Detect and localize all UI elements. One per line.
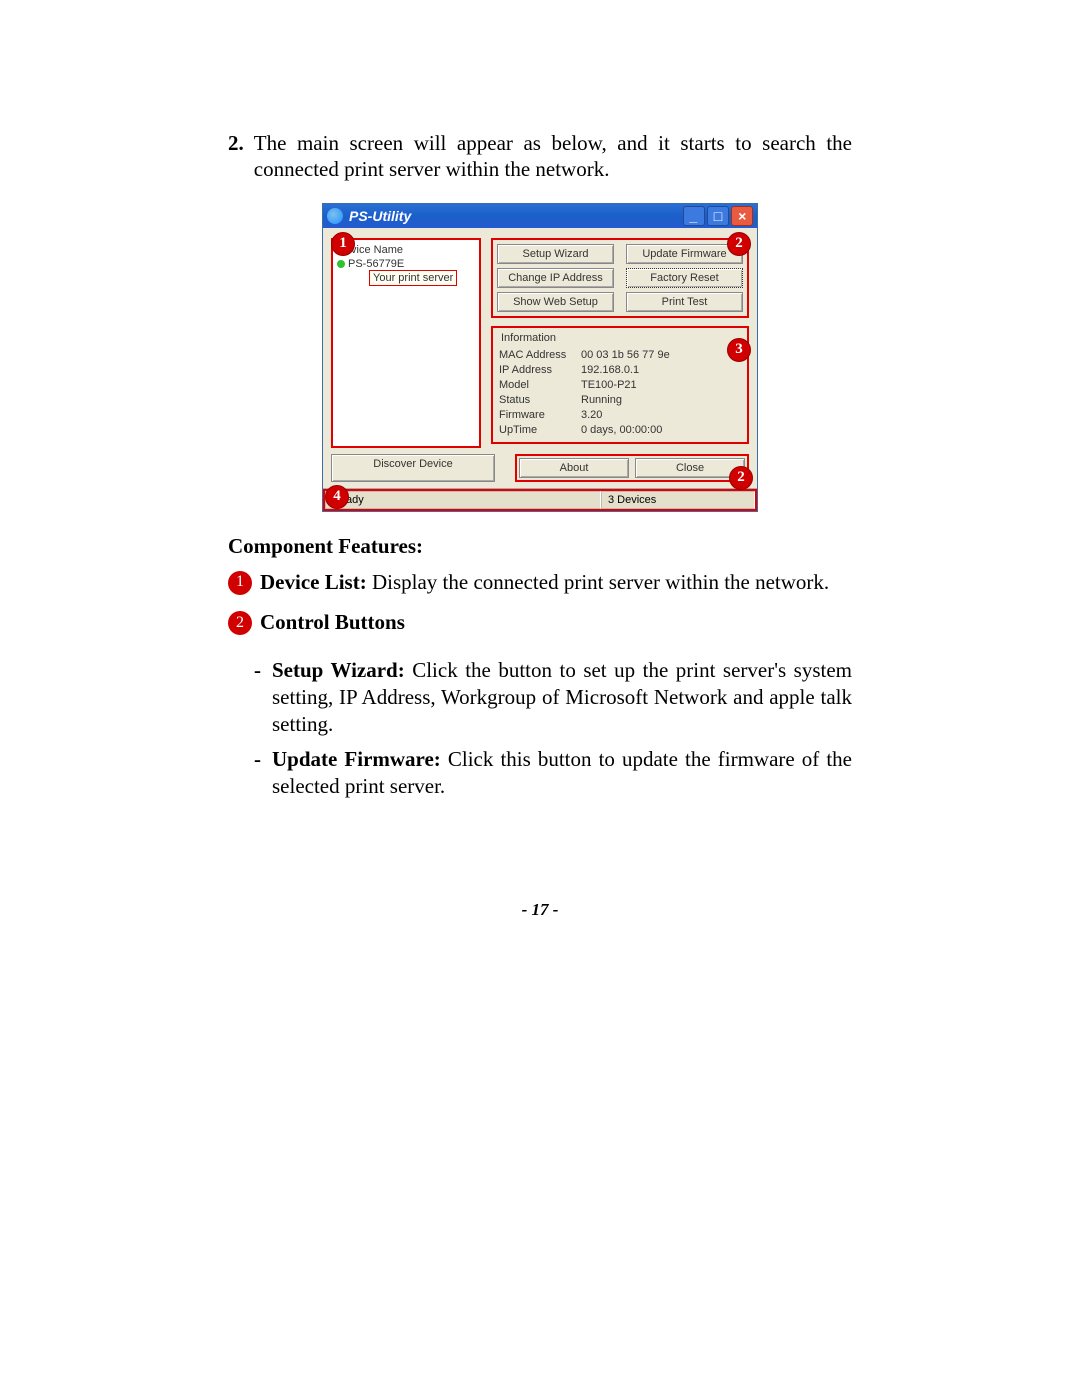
information-panel: Information MAC Address00 03 1b 56 77 9e… bbox=[491, 326, 749, 444]
feature-2-title: Control Buttons bbox=[260, 609, 405, 636]
ip-value: 192.168.0.1 bbox=[581, 364, 639, 376]
change-ip-button[interactable]: Change IP Address bbox=[497, 268, 614, 288]
titlebar: PS-Utility _ □ × bbox=[323, 204, 757, 228]
feature-item-1: 1 Device List: Display the connected pri… bbox=[228, 569, 852, 596]
uptime-value: 0 days, 00:00:00 bbox=[581, 424, 662, 436]
callout-2-bottom: 2 bbox=[729, 466, 753, 490]
show-web-setup-button[interactable]: Show Web Setup bbox=[497, 292, 614, 312]
status-dot-icon bbox=[337, 260, 345, 268]
model-value: TE100-P21 bbox=[581, 379, 637, 391]
titlebar-buttons: _ □ × bbox=[683, 206, 753, 226]
firmware-label: Firmware bbox=[499, 409, 581, 421]
device-tooltip: Your print server bbox=[369, 270, 457, 286]
bullet-2-icon: 2 bbox=[228, 611, 252, 635]
discover-device-button[interactable]: Discover Device bbox=[331, 454, 495, 482]
uptime-label: UpTime bbox=[499, 424, 581, 436]
device-list-header: Device Name bbox=[337, 242, 475, 258]
device-name-text: PS-56779E bbox=[348, 258, 404, 270]
update-firmware-button[interactable]: Update Firmware bbox=[626, 244, 743, 264]
intro-text: The main screen will appear as below, an… bbox=[254, 130, 852, 183]
status-device-count: 3 Devices bbox=[601, 491, 755, 509]
feature-1-text: Display the connected print server withi… bbox=[367, 570, 829, 594]
model-label: Model bbox=[499, 379, 581, 391]
mac-value: 00 03 1b 56 77 9e bbox=[581, 349, 670, 361]
feature-2-sublist: Setup Wizard: Click the button to set up… bbox=[228, 657, 852, 799]
callout-1: 1 bbox=[331, 232, 355, 256]
print-test-button[interactable]: Print Test bbox=[626, 292, 743, 312]
feature-item-2: 2 Control Buttons bbox=[228, 609, 852, 636]
factory-reset-button[interactable]: Factory Reset bbox=[626, 268, 743, 288]
features-section: Component Features: 1 Device List: Displ… bbox=[228, 534, 852, 800]
status-value: Running bbox=[581, 394, 622, 406]
info-legend: Information bbox=[499, 332, 558, 344]
intro-number: 2. bbox=[228, 130, 244, 156]
close-window-button[interactable]: × bbox=[731, 206, 753, 226]
ip-label: IP Address bbox=[499, 364, 581, 376]
callout-4: 4 bbox=[325, 485, 349, 509]
callout-3: 3 bbox=[727, 338, 751, 362]
device-row[interactable]: PS-56779E bbox=[337, 258, 475, 270]
sub-item-setup-wizard: Setup Wizard: Click the button to set up… bbox=[272, 657, 852, 738]
app-icon bbox=[327, 208, 343, 224]
callout-2-top: 2 bbox=[727, 232, 751, 256]
about-button[interactable]: About bbox=[519, 458, 629, 478]
device-list-panel: Device Name PS-56779E Your print server bbox=[331, 238, 481, 448]
setup-wizard-button[interactable]: Setup Wizard bbox=[497, 244, 614, 264]
window-title: PS-Utility bbox=[349, 208, 411, 224]
maximize-button[interactable]: □ bbox=[707, 206, 729, 226]
control-button-grid: Setup Wizard Update Firmware Change IP A… bbox=[491, 238, 749, 318]
bullet-1-icon: 1 bbox=[228, 571, 252, 595]
mac-label: MAC Address bbox=[499, 349, 581, 361]
firmware-value: 3.20 bbox=[581, 409, 602, 421]
features-heading: Component Features: bbox=[228, 534, 852, 559]
feature-1-title: Device List: bbox=[260, 570, 367, 594]
status-ready: Ready bbox=[325, 491, 601, 509]
page-number: - 17 - bbox=[228, 900, 852, 920]
ps-utility-window: PS-Utility _ □ × Device Name PS-56779E Y… bbox=[322, 203, 758, 512]
intro-paragraph: 2. The main screen will appear as below,… bbox=[228, 130, 852, 183]
minimize-button[interactable]: _ bbox=[683, 206, 705, 226]
bottom-button-group: About Close bbox=[515, 454, 749, 482]
status-bar: Ready 3 Devices bbox=[323, 488, 757, 511]
sub-item-update-firmware: Update Firmware: Click this button to up… bbox=[272, 746, 852, 800]
status-label: Status bbox=[499, 394, 581, 406]
